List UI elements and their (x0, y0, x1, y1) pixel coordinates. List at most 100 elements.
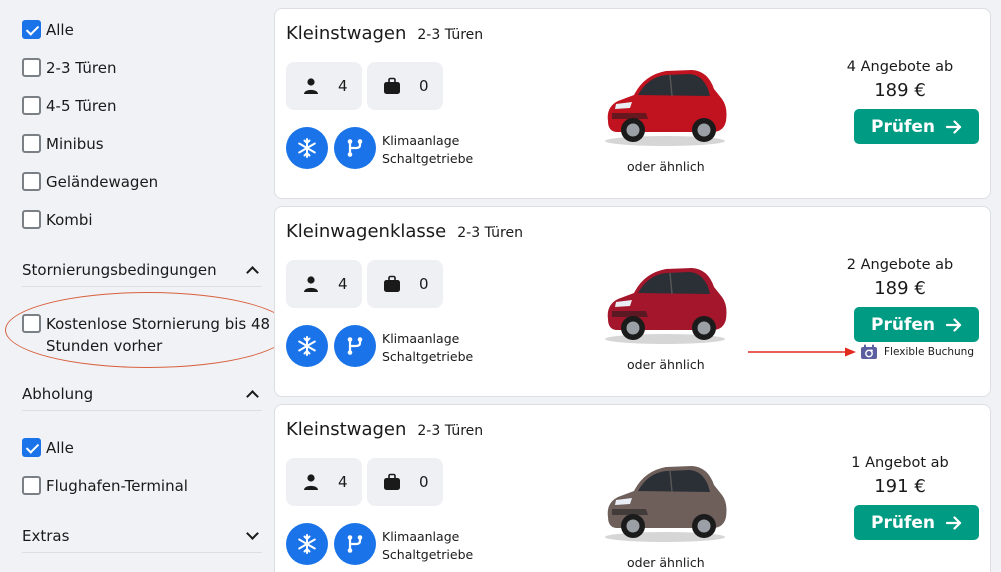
arrow-right-icon (945, 119, 962, 134)
car-class-name: Kleinwagenklasse (286, 221, 447, 242)
passenger-count: 4 (338, 275, 348, 293)
flexible-booking-label: Flexible Buchung (884, 346, 975, 358)
card-title: Kleinstwagen 2-3 Türen (286, 419, 483, 440)
extras-section-header[interactable]: Extras (22, 519, 262, 553)
feature-transmission: Schaltgetriebe (382, 547, 474, 562)
car-offer-card[interactable]: Kleinwagenklasse 2-3 Türen 4 0 Klimaanla… (274, 206, 991, 397)
filter-type-suv[interactable]: Geländewagen (22, 171, 158, 193)
filter-type-all[interactable]: Alle (22, 19, 74, 41)
checkbox[interactable] (22, 134, 41, 153)
car-image (605, 70, 727, 146)
filter-pickup-all[interactable]: Alle (22, 437, 74, 459)
car-offer-card[interactable]: Kleinstwagen 2-3 Türen 4 0 Klimaanlage S… (274, 8, 991, 199)
checkbox[interactable] (22, 58, 41, 77)
annotation-ellipse (5, 292, 291, 368)
price: 189 € (874, 80, 926, 101)
button-label: Prüfen (871, 314, 935, 335)
similar-note: oder ähnlich (627, 159, 705, 174)
passenger-capacity: 4 (286, 458, 362, 506)
feature-ac: Klimaanlage (382, 133, 460, 148)
feature-transmission: Schaltgetriebe (382, 349, 474, 364)
feature-ac: Klimaanlage (382, 529, 460, 544)
bag-count: 0 (419, 473, 429, 491)
car-offer-card[interactable]: Kleinstwagen 2-3 Türen 4 0 Klimaanlage S… (274, 404, 991, 572)
person-icon (302, 77, 320, 95)
annotation-arrow (748, 347, 856, 357)
feature-list: Klimaanlage Schaltgetriebe (382, 132, 473, 168)
offer-count: 1 Angebot ab (851, 455, 949, 471)
filter-label: Geländewagen (46, 173, 159, 191)
filter-label: Flughafen-Terminal (46, 477, 188, 495)
person-icon (302, 473, 320, 491)
snowflake-icon (286, 523, 328, 565)
cancellation-section-header[interactable]: Stornierungsbedingungen (22, 253, 262, 287)
offer-count: 4 Angebote ab (846, 59, 954, 75)
passenger-capacity: 4 (286, 260, 362, 308)
price: 189 € (874, 278, 926, 299)
filter-label: Minibus (46, 135, 104, 153)
similar-note: oder ähnlich (627, 357, 705, 372)
card-title: Kleinwagenklasse 2-3 Türen (286, 221, 523, 242)
filter-type-estate[interactable]: Kombi (22, 209, 93, 231)
filter-label: Alle (46, 439, 74, 457)
filter-label: Alle (46, 21, 74, 39)
gearshift-icon (334, 523, 376, 565)
passenger-capacity: 4 (286, 62, 362, 110)
snowflake-icon (286, 127, 328, 169)
bag-count: 0 (419, 275, 429, 293)
feature-ac: Klimaanlage (382, 331, 460, 346)
checkbox-checked[interactable] (22, 20, 41, 39)
door-count: 2-3 Türen (417, 423, 484, 439)
filter-type-4-5-doors[interactable]: 4-5 Türen (22, 95, 116, 117)
passenger-count: 4 (338, 77, 348, 95)
checkbox[interactable] (22, 172, 41, 191)
feature-list: Klimaanlage Schaltgetriebe (382, 330, 473, 366)
car-class-name: Kleinstwagen (286, 23, 407, 44)
checkbox-checked[interactable] (22, 438, 41, 457)
person-icon (302, 275, 320, 293)
door-count: 2-3 Türen (457, 225, 523, 241)
door-count: 2-3 Türen (417, 27, 484, 43)
bag-icon (383, 275, 401, 293)
snowflake-icon (286, 325, 328, 367)
button-label: Prüfen (871, 512, 935, 533)
filter-label: 4-5 Türen (46, 97, 117, 115)
filter-type-minibus[interactable]: Minibus (22, 133, 104, 155)
bag-icon (383, 473, 401, 491)
check-button[interactable]: Prüfen (854, 307, 979, 342)
section-title: Extras (22, 526, 70, 545)
chevron-down-icon (246, 527, 259, 540)
arrow-right-icon (945, 515, 962, 530)
pickup-section-header[interactable]: Abholung (22, 377, 262, 411)
section-title: Stornierungsbedingungen (22, 260, 217, 279)
car-class-name: Kleinstwagen (286, 419, 407, 440)
check-button[interactable]: Prüfen (854, 109, 979, 144)
checkbox[interactable] (22, 476, 41, 495)
gearshift-icon (334, 127, 376, 169)
luggage-capacity: 0 (367, 458, 443, 506)
filter-label: Kombi (46, 211, 93, 229)
chevron-up-icon (246, 265, 259, 279)
chevron-up-icon (246, 389, 259, 403)
checkbox[interactable] (22, 96, 41, 115)
feature-transmission: Schaltgetriebe (382, 151, 474, 166)
feature-list: Klimaanlage Schaltgetriebe (382, 528, 473, 564)
bag-count: 0 (419, 77, 429, 95)
similar-note: oder ähnlich (627, 555, 705, 570)
offer-count: 2 Angebote ab (846, 257, 954, 273)
gearshift-icon (334, 325, 376, 367)
bag-icon (383, 77, 401, 95)
luggage-capacity: 0 (367, 260, 443, 308)
filter-sidebar: Alle 2-3 Türen 4-5 Türen Minibus Gelände… (0, 0, 291, 572)
price: 191 € (874, 476, 926, 497)
luggage-capacity: 0 (367, 62, 443, 110)
check-button[interactable]: Prüfen (854, 505, 979, 540)
car-image (605, 466, 727, 542)
filter-label: 2-3 Türen (46, 59, 117, 77)
passenger-count: 4 (338, 473, 348, 491)
button-label: Prüfen (871, 116, 935, 137)
filter-pickup-airport[interactable]: Flughafen-Terminal (22, 475, 188, 497)
checkbox[interactable] (22, 210, 41, 229)
flexible-booking-icon (861, 344, 877, 359)
filter-type-2-3-doors[interactable]: 2-3 Türen (22, 57, 116, 79)
